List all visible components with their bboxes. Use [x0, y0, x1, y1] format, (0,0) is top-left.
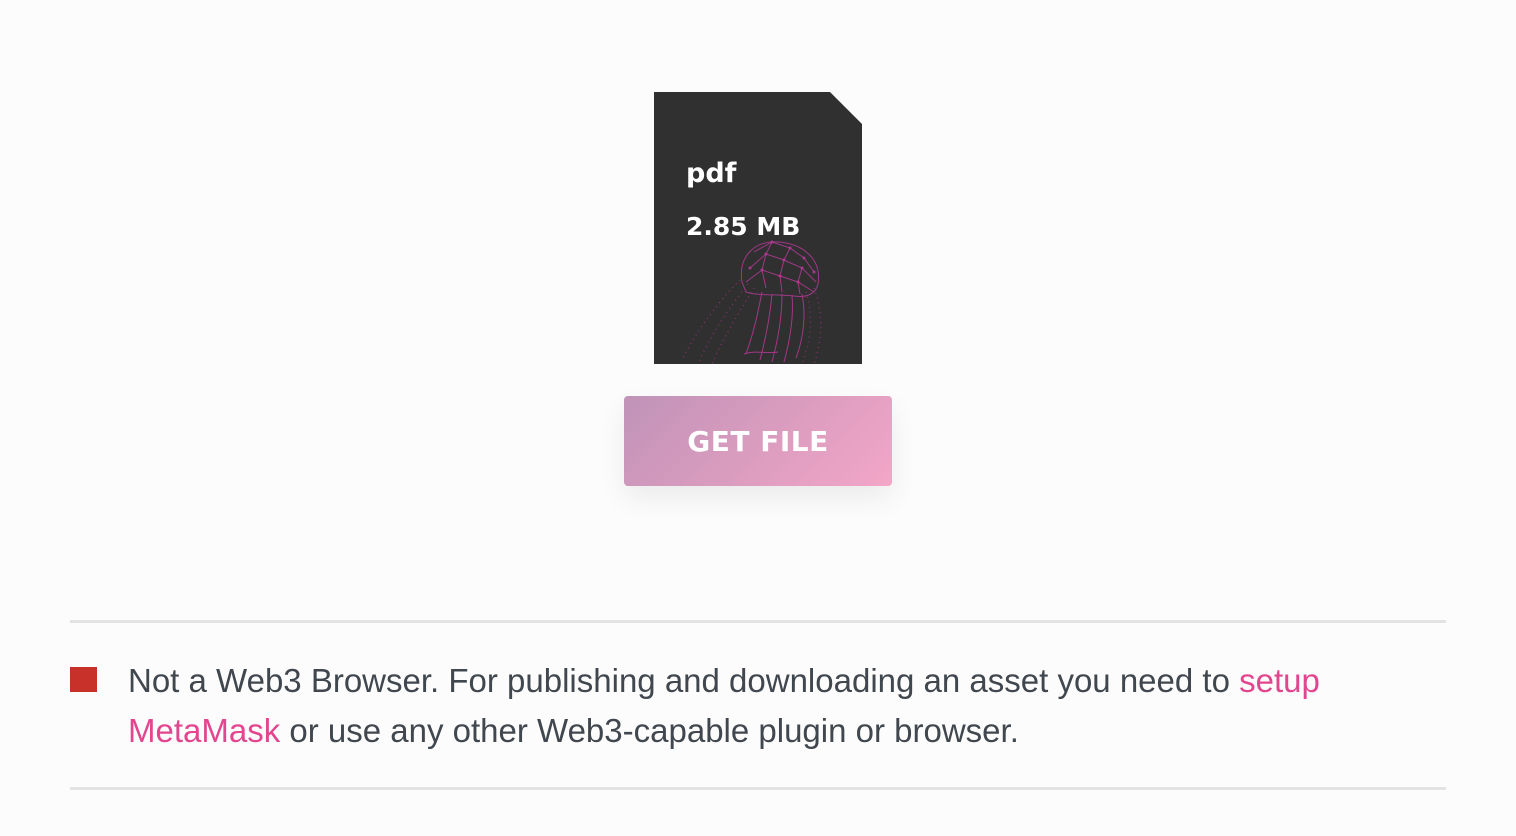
get-file-button[interactable]: GET FILE [624, 396, 892, 486]
warning-indicator-icon [70, 667, 97, 692]
file-type-label: pdf [686, 158, 737, 189]
notice-divider-top [70, 620, 1446, 623]
web3-notice-text-start: Not a Web3 Browser. For publishing and d… [128, 662, 1240, 699]
web3-notice-text: Not a Web3 Browser. For publishing and d… [128, 656, 1448, 756]
file-card: pdf 2.85 MB [654, 92, 862, 364]
file-size-label: 2.85 MB [686, 212, 801, 241]
notice-divider-bottom [70, 787, 1446, 790]
web3-notice-text-end: or use any other Web3-capable plugin or … [280, 712, 1019, 749]
asset-download-page: pdf 2.85 MB GET FILE Not a Web3 Browser.… [0, 0, 1516, 836]
